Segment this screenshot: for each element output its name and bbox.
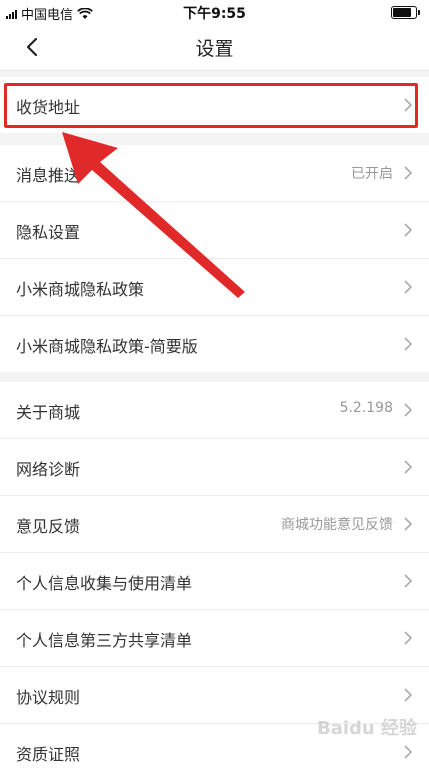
row-label: 个人信息第三方共享清单 [16, 631, 193, 650]
chevron-right-icon [404, 688, 413, 702]
row-label: 隐私设置 [16, 223, 81, 242]
battery-icon [391, 6, 420, 19]
about-store-item[interactable]: 关于商城 5.2.198 [0, 382, 429, 439]
chevron-right-icon [404, 166, 413, 180]
privacy-policy-brief-item[interactable]: 小米商城隐私政策-简要版 [0, 316, 429, 372]
network-diagnosis-item[interactable]: 网络诊断 [0, 439, 429, 496]
row-label: 关于商城 [16, 403, 81, 422]
row-value: 已开启 [351, 166, 393, 182]
row-label: 收货地址 [16, 98, 81, 117]
row-label: 小米商城隐私政策 [16, 280, 145, 299]
privacy-policy-item[interactable]: 小米商城隐私政策 [0, 259, 429, 316]
row-label: 协议规则 [16, 688, 81, 707]
personal-info-collection-item[interactable]: 个人信息收集与使用清单 [0, 553, 429, 610]
chevron-right-icon [404, 460, 413, 474]
clock: 下午9:55 [183, 6, 246, 22]
row-label: 小米商城隐私政策-简要版 [16, 337, 198, 356]
chevron-right-icon [404, 337, 413, 351]
page-title: 设置 [195, 38, 234, 60]
row-label: 网络诊断 [16, 460, 81, 479]
chevron-right-icon [404, 280, 413, 294]
row-value: 商城功能意见反馈 [281, 517, 393, 533]
third-party-sharing-item[interactable]: 个人信息第三方共享清单 [0, 610, 429, 667]
row-label: 意见反馈 [16, 517, 81, 536]
message-push-item[interactable]: 消息推送 已开启 [0, 145, 429, 202]
chevron-right-icon [404, 745, 413, 759]
row-label: 资质证照 [16, 745, 81, 764]
row-label: 个人信息收集与使用清单 [16, 574, 193, 593]
chevron-right-icon [404, 631, 413, 645]
row-label: 消息推送 [16, 166, 81, 185]
nav-bar: 设置 [0, 24, 429, 71]
chevron-right-icon [404, 574, 413, 588]
row-value: 5.2.198 [339, 400, 393, 416]
settings-group-address: 收货地址 [0, 77, 429, 133]
privacy-settings-item[interactable]: 隐私设置 [0, 202, 429, 259]
watermark: Baidu 经验 [316, 718, 417, 739]
shipping-address-item[interactable]: 收货地址 [0, 77, 429, 133]
settings-group-privacy: 消息推送 已开启 隐私设置 小米商城隐私政策 小米商城隐私政策-简要版 [0, 145, 429, 372]
chevron-right-icon [404, 403, 413, 417]
status-bar: 中国电信 下午9:55 [0, 0, 429, 24]
feedback-item[interactable]: 意见反馈 商城功能意见反馈 [0, 496, 429, 553]
chevron-right-icon [404, 98, 413, 112]
chevron-right-icon [404, 223, 413, 237]
chevron-right-icon [404, 517, 413, 531]
